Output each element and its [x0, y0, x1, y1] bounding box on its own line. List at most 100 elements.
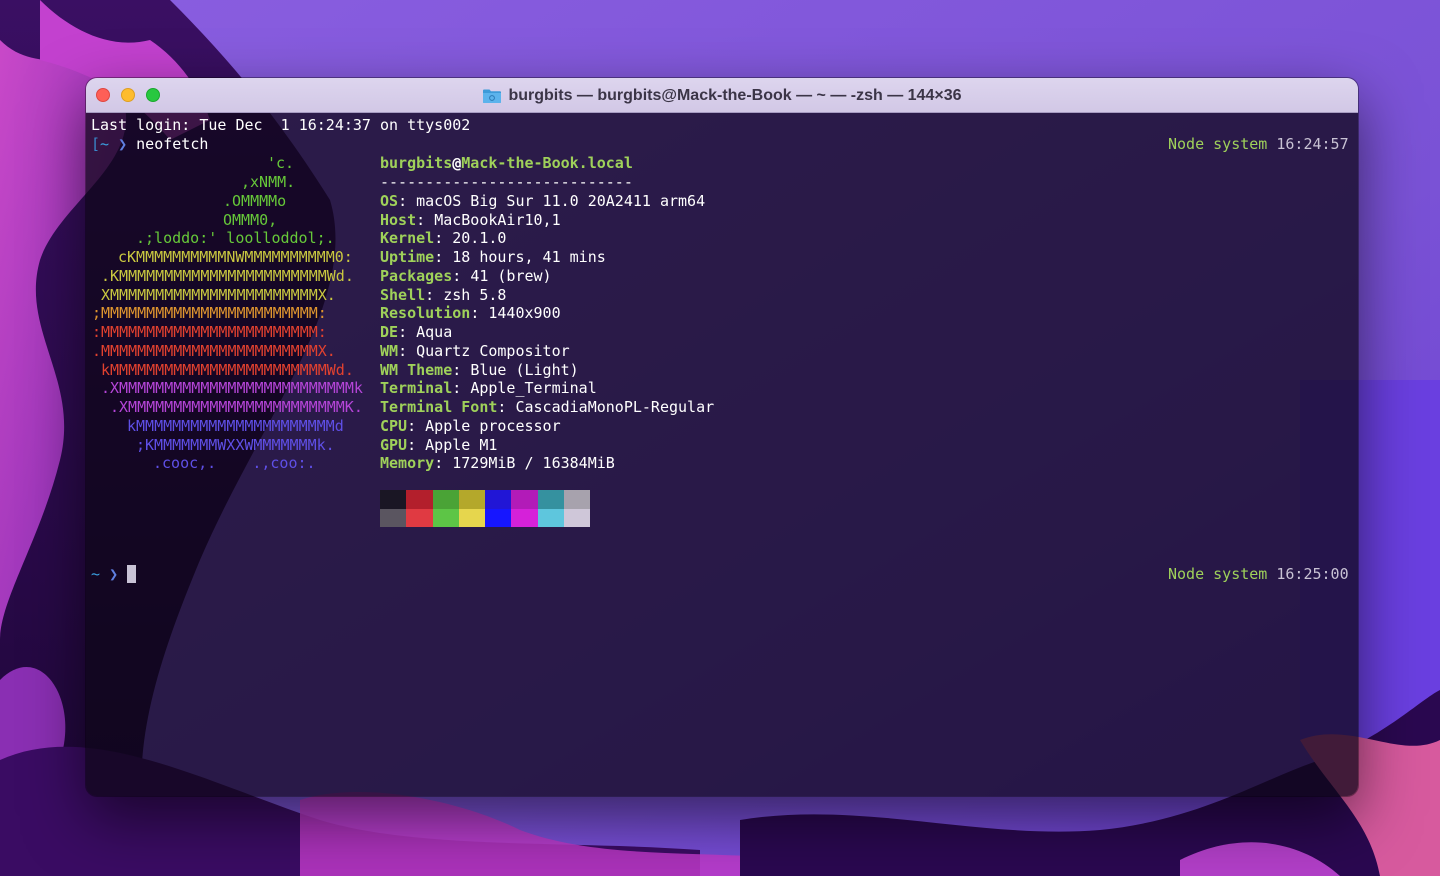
logo-line: :MMMMMMMMMMMMMMMMMMMMMMMM:: [92, 323, 327, 341]
system-label: system: [1213, 135, 1268, 153]
info-row: WM Theme: Blue (Light): [380, 361, 579, 379]
color-swatch: [537, 490, 565, 509]
prompt-time: 16:24:57: [1276, 135, 1349, 153]
info-row: Kernel: 20.1.0: [380, 229, 507, 247]
info-key: Terminal: [380, 379, 453, 397]
info-value: Apple M1: [425, 436, 498, 454]
color-swatch: [380, 490, 407, 509]
info-key: Uptime: [380, 248, 435, 266]
info-key: DE: [380, 323, 399, 341]
color-swatch: [432, 508, 459, 527]
prompt-arrow-icon: ❯: [118, 135, 128, 153]
node-label: Node: [1168, 135, 1205, 153]
logo-line: ,xNMM.: [241, 173, 296, 191]
color-swatch: [458, 490, 486, 509]
info-row: Shell: zsh 5.8: [380, 286, 507, 304]
info-row: GPU: Apple M1: [380, 436, 498, 454]
logo-line: .cooc,. .,coo:.: [153, 454, 316, 472]
color-swatch: [564, 490, 591, 509]
logo-line: XMMMMMMMMMMMMMMMMMMMMMMMX.: [101, 286, 336, 304]
color-swatch: [511, 490, 538, 509]
logo-line: kMMMMMMMMMMMMMMMMMMMMMMMMWd.: [101, 361, 354, 379]
color-swatch: [485, 490, 512, 509]
system-label: system: [1213, 565, 1268, 583]
window-title: burgbits — burgbits@Mack-the-Book — ~ — …: [86, 78, 1358, 113]
logo-line: kMMMMMMMMMMMMMMMMMMMMMMd: [127, 417, 344, 435]
prompt-path: ~: [100, 135, 110, 153]
color-swatch: [432, 490, 459, 509]
info-key: Kernel: [380, 229, 435, 247]
info-row: Memory: 1729MiB / 16384MiB: [380, 454, 615, 472]
color-swatch: [458, 508, 486, 527]
last-login-line: Last login: Tue Dec 1 16:24:37 on ttys00…: [91, 116, 471, 134]
info-key: WM Theme: [380, 361, 453, 379]
prompt-line-2: ~ ❯: [91, 565, 118, 584]
info-key: Memory: [380, 454, 435, 472]
logo-line: .XMMMMMMMMMMMMMMMMMMMMMMMMK.: [110, 398, 363, 416]
color-swatch: [406, 490, 433, 509]
info-value: 41 (brew): [470, 267, 552, 285]
at-sign: @: [452, 154, 462, 172]
info-row: OS: macOS Big Sur 11.0 20A2411 arm64: [380, 192, 706, 210]
info-value: macOS Big Sur 11.0 20A2411 arm64: [416, 192, 706, 210]
text-cursor: [127, 565, 136, 583]
info-key: Shell: [380, 286, 426, 304]
info-value: 1729MiB / 16384MiB: [452, 454, 615, 472]
color-palette-top: [380, 490, 591, 509]
prompt-bracket: [: [91, 135, 101, 153]
info-value: Apple processor: [425, 417, 561, 435]
info-key: Packages: [380, 267, 453, 285]
info-value: Quartz Compositor: [416, 342, 570, 360]
prompt-line: [~ ❯ neofetch: [91, 135, 208, 154]
info-value: Apple_Terminal: [470, 379, 597, 397]
info-row: Terminal: Apple_Terminal: [380, 379, 597, 397]
info-row: CPU: Apple processor: [380, 417, 561, 435]
logo-line: .MMMMMMMMMMMMMMMMMMMMMMMMX.: [92, 342, 336, 360]
terminal-window: burgbits — burgbits@Mack-the-Book — ~ — …: [86, 78, 1358, 796]
info-key: Resolution: [380, 304, 471, 322]
info-key: CPU: [380, 417, 408, 435]
logo-line: .OMMMMo: [223, 192, 287, 210]
title-bar[interactable]: burgbits — burgbits@Mack-the-Book — ~ — …: [86, 78, 1358, 113]
color-swatch: [485, 508, 512, 527]
color-swatch: [537, 508, 565, 527]
logo-line: .;loddo:' loolloddol;.: [136, 229, 335, 247]
prompt-arrow-icon: ❯: [109, 565, 119, 583]
logo-line: ;KMMMMMMMWXXWMMMMMMMk.: [136, 436, 335, 454]
logo-line: OMMM0,: [223, 211, 278, 229]
color-palette-bottom: [380, 508, 591, 527]
color-swatch: [380, 508, 407, 527]
info-value: Aqua: [416, 323, 453, 341]
user-host-line: burgbits@Mack-the-Book.local: [380, 154, 633, 173]
logo-line: .KMMMMMMMMMMMMMMMMMMMMMMMWd.: [101, 267, 354, 285]
window-title-text: burgbits — burgbits@Mack-the-Book — ~ — …: [508, 86, 962, 104]
info-row: WM: Quartz Compositor: [380, 342, 570, 360]
prompt-path: ~: [91, 565, 101, 583]
terminal-content[interactable]: Last login: Tue Dec 1 16:24:37 on ttys00…: [86, 113, 1358, 796]
logo-line: 'c.: [267, 154, 295, 172]
info-key: OS: [380, 192, 399, 210]
info-value: CascadiaMonoPL-Regular: [515, 398, 715, 416]
color-swatch: [406, 508, 433, 527]
node-label: Node: [1168, 565, 1205, 583]
logo-line: ;MMMMMMMMMMMMMMMMMMMMMMMM:: [92, 304, 327, 322]
info-row: Resolution: 1440x900: [380, 304, 561, 322]
info-row: Packages: 41 (brew): [380, 267, 552, 285]
info-value: 18 hours, 41 mins: [452, 248, 606, 266]
color-swatch: [564, 508, 591, 527]
username: burgbits: [380, 154, 453, 172]
right-prompt-2: Node system 16:25:00: [1168, 565, 1349, 584]
folder-icon: [483, 89, 502, 103]
info-key: WM: [380, 342, 399, 360]
info-value: Blue (Light): [470, 361, 579, 379]
logo-line: cKMMMMMMMMMMNWMMMMMMMMMM0:: [118, 248, 353, 266]
info-row: DE: Aqua: [380, 323, 453, 341]
info-key: GPU: [380, 436, 408, 454]
info-value: 1440x900: [488, 304, 561, 322]
color-swatch: [511, 508, 538, 527]
info-key: Terminal Font: [380, 398, 498, 416]
info-key: Host: [380, 211, 417, 229]
right-prompt: Node system 16:24:57 ]: [1168, 135, 1358, 154]
command-text: neofetch: [136, 135, 209, 153]
info-value: MacBookAir10,1: [434, 211, 561, 229]
